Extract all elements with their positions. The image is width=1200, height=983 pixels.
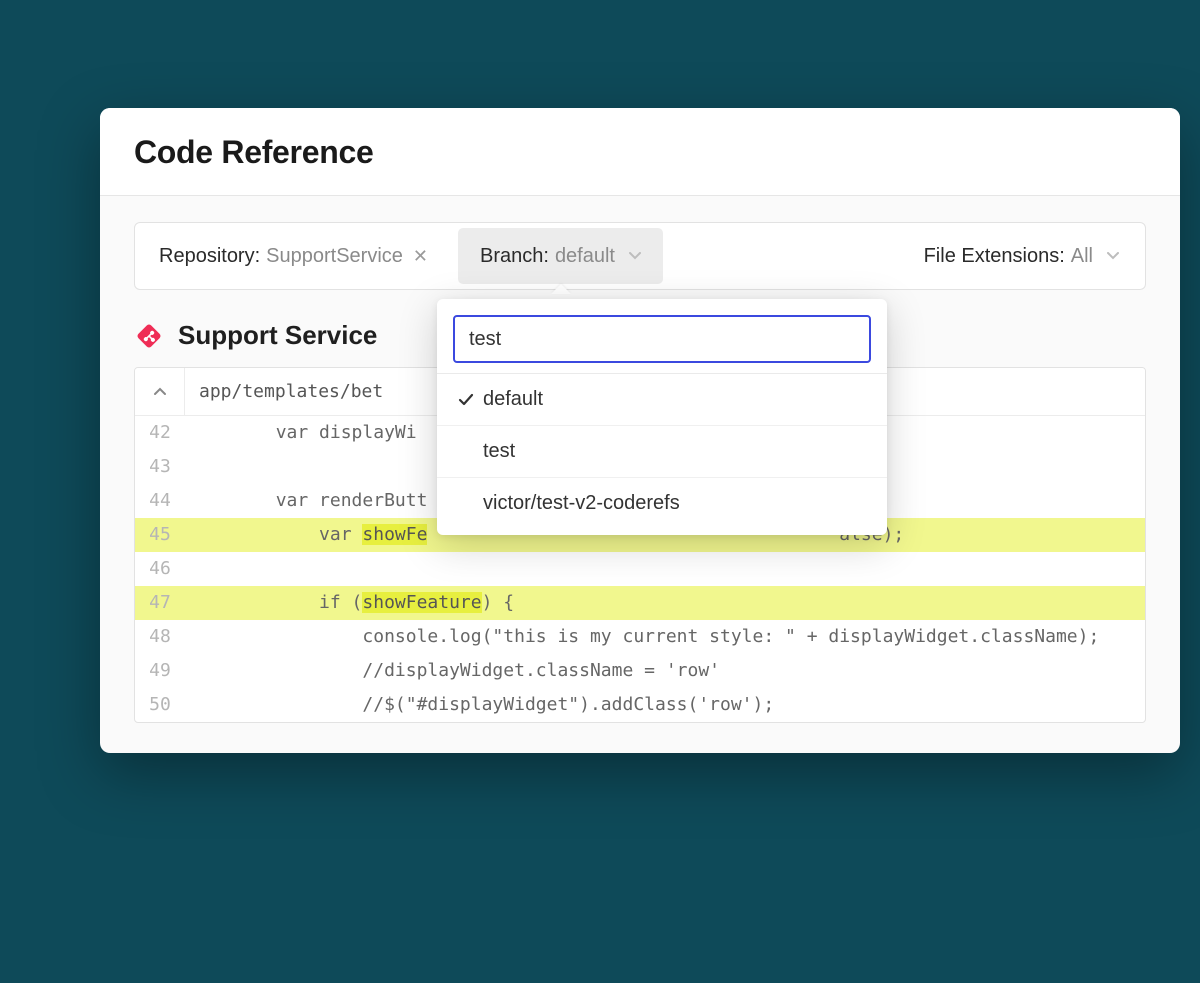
line-number: 46 xyxy=(135,552,185,586)
line-number: 42 xyxy=(135,416,185,450)
line-text: //displayWidget.className = 'row' xyxy=(185,654,720,688)
file-extensions-filter-value: All xyxy=(1071,245,1093,268)
branch-option-test[interactable]: test xyxy=(437,425,887,477)
branch-search-input[interactable] xyxy=(453,315,871,363)
branch-option-victor[interactable]: victor/test-v2-coderefs xyxy=(437,477,887,529)
line-number: 48 xyxy=(135,620,185,654)
code-line: 48 console.log("this is my current style… xyxy=(135,620,1145,654)
branch-filter-label: Branch: xyxy=(480,245,549,268)
code-line: 46 xyxy=(135,552,1145,586)
check-icon xyxy=(453,393,479,407)
git-icon xyxy=(134,321,164,351)
chevron-down-icon xyxy=(629,252,641,260)
line-number: 49 xyxy=(135,654,185,688)
line-number: 43 xyxy=(135,450,185,484)
line-number: 45 xyxy=(135,518,185,552)
branch-filter-value: default xyxy=(555,245,615,268)
close-icon[interactable]: ✕ xyxy=(413,247,428,265)
branch-option-label: default xyxy=(483,388,543,411)
section-title: Support Service xyxy=(178,320,377,351)
line-number: 47 xyxy=(135,586,185,620)
filters-bar: Repository: SupportService ✕ Branch: def… xyxy=(134,222,1146,290)
highlighted-token: showFe xyxy=(362,524,427,545)
dropdown-notch xyxy=(551,284,571,294)
file-extensions-filter-label: File Extensions: xyxy=(924,245,1065,268)
branch-option-default[interactable]: default xyxy=(437,373,887,425)
file-path: app/templates/bet xyxy=(185,381,383,402)
line-text: if (showFeature) { xyxy=(185,586,514,620)
line-number: 50 xyxy=(135,688,185,722)
branch-filter[interactable]: Branch: default xyxy=(458,228,663,284)
collapse-toggle[interactable] xyxy=(135,368,185,415)
line-text: var displayWi xyxy=(185,416,417,450)
repository-filter-value: SupportService xyxy=(266,245,403,268)
line-text xyxy=(185,552,189,586)
branch-search-wrap xyxy=(437,299,887,373)
code-line: 47 if (showFeature) { xyxy=(135,586,1145,620)
branch-dropdown: default test victor/test-v2-coderefs xyxy=(437,299,887,535)
highlighted-token: showFeature xyxy=(362,592,481,613)
code-line: 49 //displayWidget.className = 'row' xyxy=(135,654,1145,688)
code-reference-card: Code Reference Repository: SupportServic… xyxy=(100,108,1180,753)
chevron-down-icon xyxy=(1107,252,1119,260)
file-extensions-filter[interactable]: File Extensions: All xyxy=(924,245,1125,268)
code-line: 50 //$("#displayWidget").addClass('row')… xyxy=(135,688,1145,722)
line-text: var renderButt xyxy=(185,484,427,518)
repository-filter-label: Repository: xyxy=(159,245,260,268)
line-text: console.log("this is my current style: "… xyxy=(185,620,1099,654)
branch-option-label: test xyxy=(483,440,515,463)
branch-option-list: default test victor/test-v2-coderefs xyxy=(437,373,887,529)
line-text: //$("#displayWidget").addClass('row'); xyxy=(185,688,774,722)
repository-filter[interactable]: Repository: SupportService ✕ xyxy=(155,245,432,268)
line-number: 44 xyxy=(135,484,185,518)
line-text xyxy=(185,450,189,484)
card-header: Code Reference xyxy=(100,108,1180,196)
branch-option-label: victor/test-v2-coderefs xyxy=(483,492,680,515)
page-title: Code Reference xyxy=(134,134,1146,171)
